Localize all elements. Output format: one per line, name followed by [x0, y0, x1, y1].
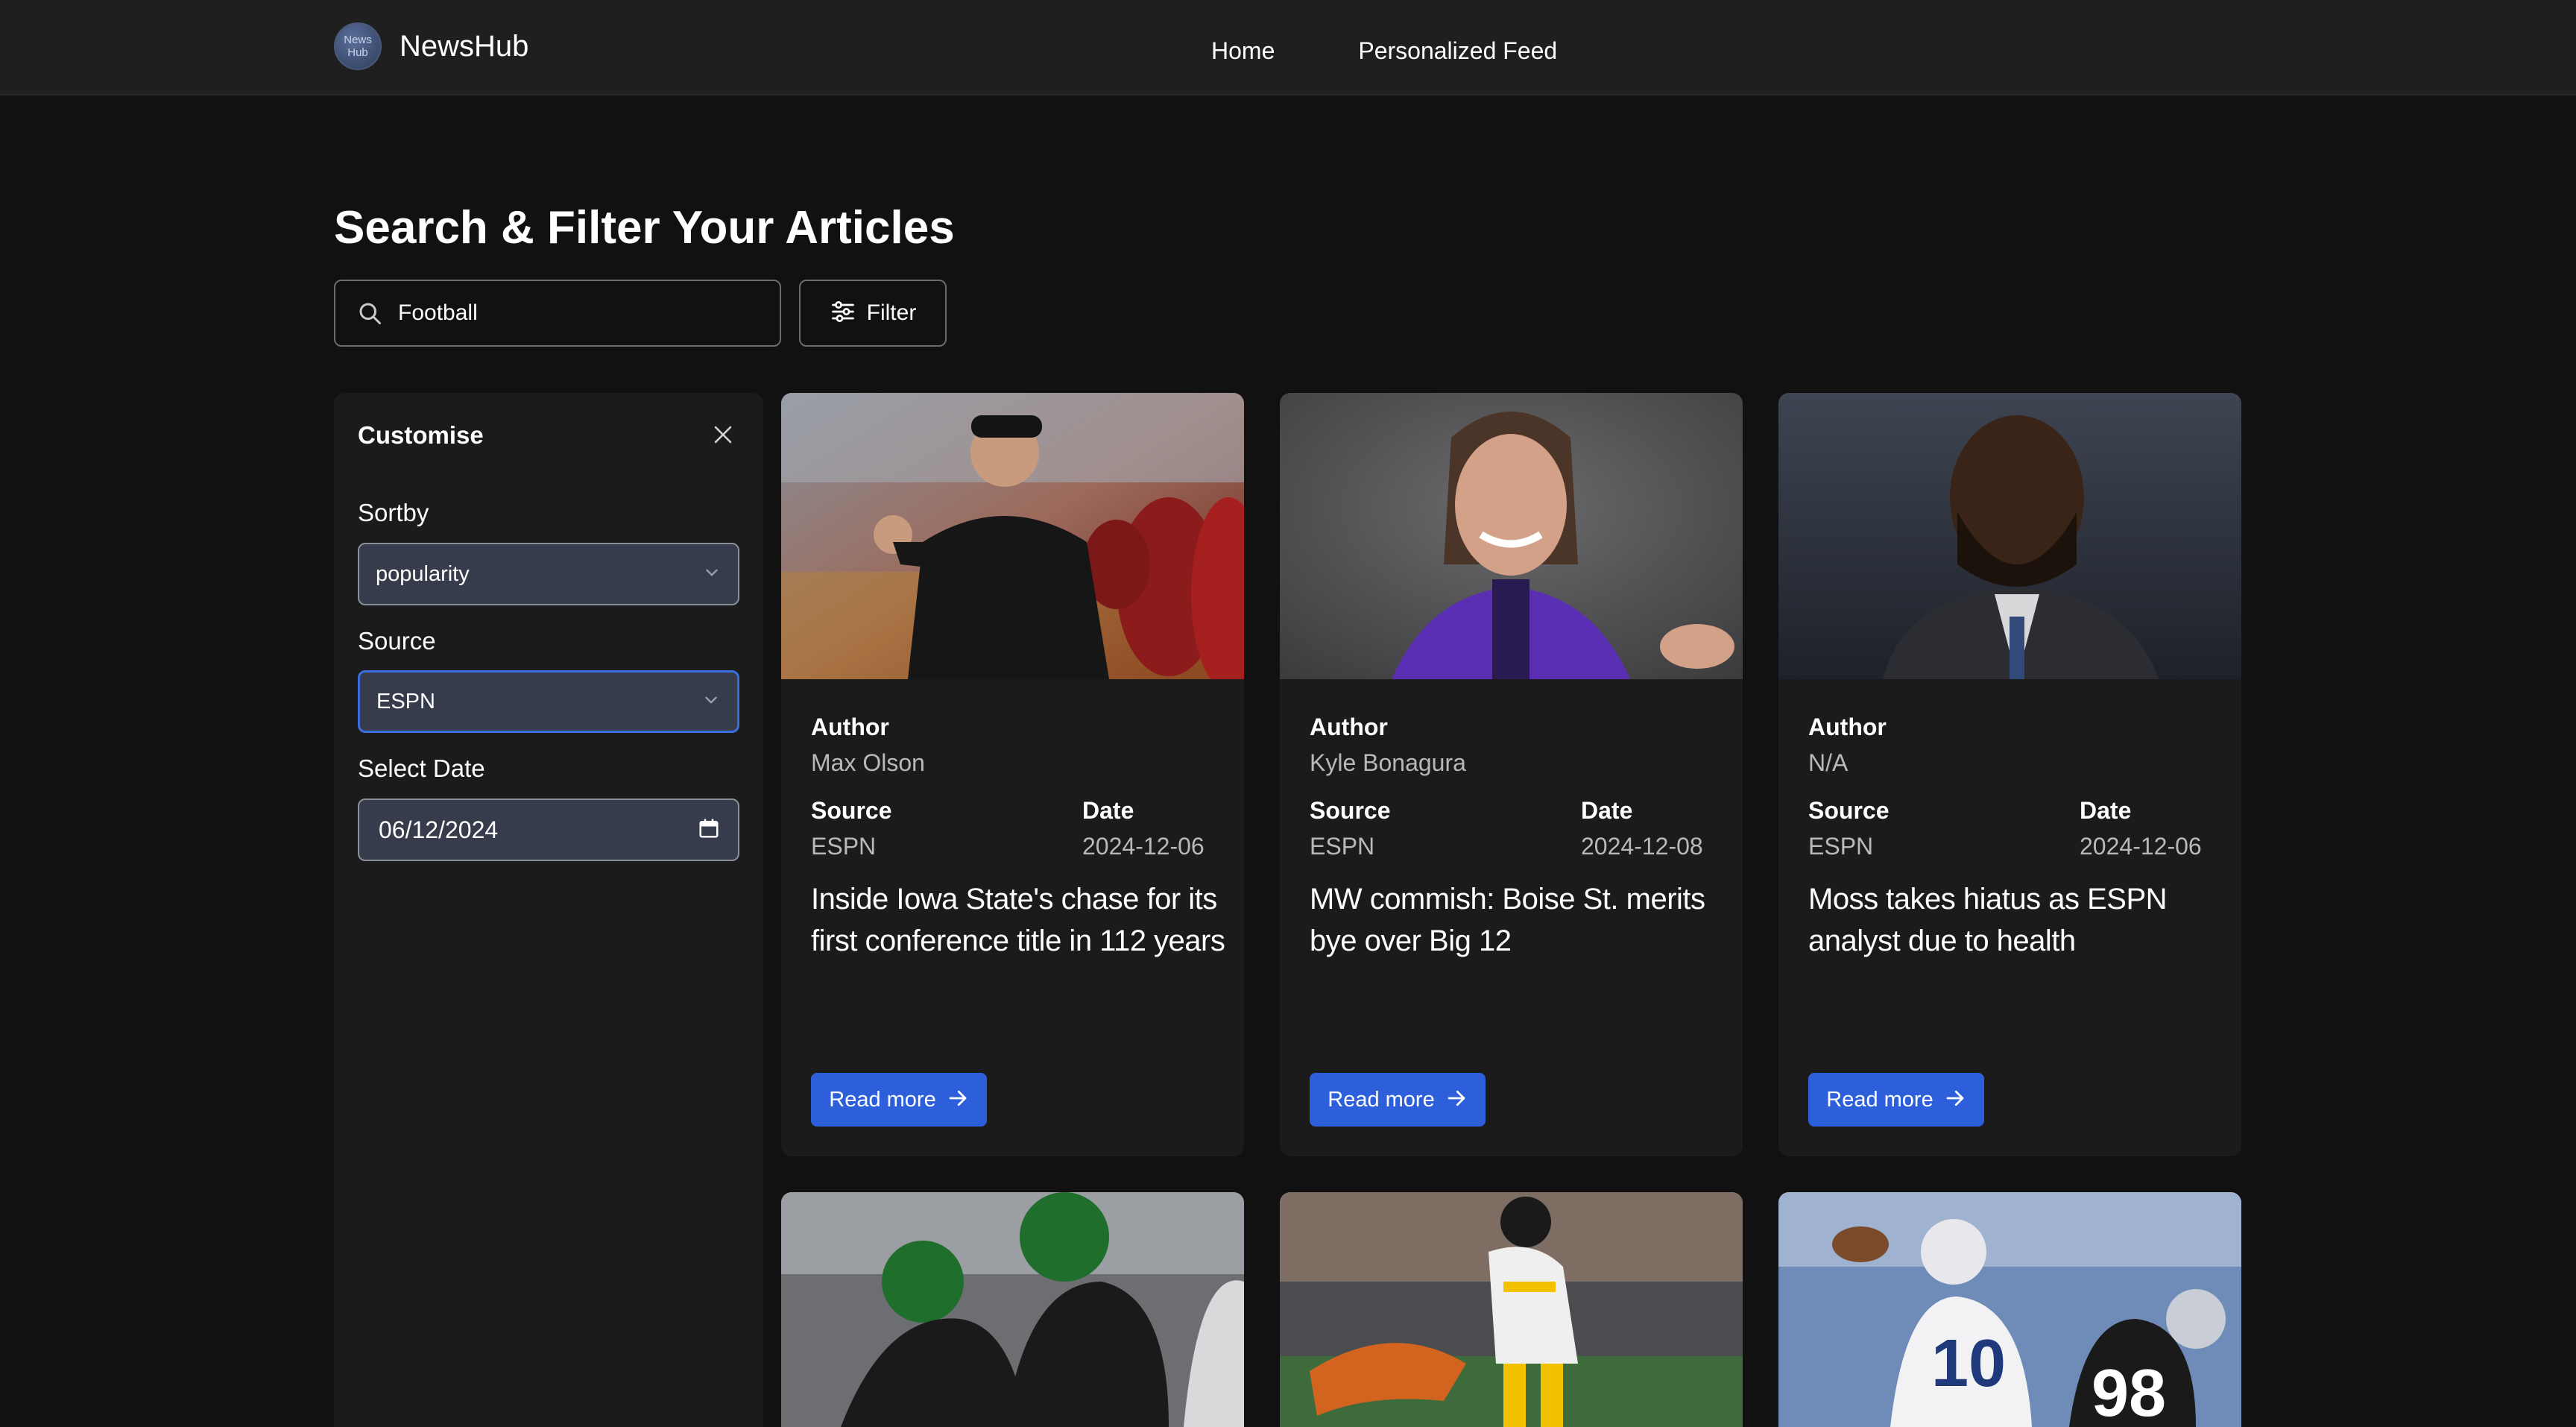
brand[interactable]: News Hub NewsHub	[334, 22, 528, 70]
date-input[interactable]: 06/12/2024	[358, 798, 739, 861]
search-box[interactable]	[334, 280, 781, 347]
article-card: Author Kyle Bonagura Source ESPN Date 20…	[1280, 393, 1743, 1156]
select-date-label: Select Date	[358, 755, 485, 782]
read-more-label: Read more	[829, 1087, 936, 1112]
article-image[interactable]	[781, 393, 1244, 679]
source-value: ESPN	[1808, 833, 1874, 860]
article-card	[1280, 1192, 1743, 1427]
date-label: Date	[2080, 797, 2132, 824]
svg-text:98: 98	[2092, 1356, 2166, 1427]
sortby-value: popularity	[376, 561, 470, 586]
article-image[interactable]	[1778, 393, 2241, 679]
calendar-icon[interactable]	[698, 817, 720, 843]
source-value: ESPN	[376, 689, 435, 714]
nav-links: Home Personalized Feed	[1211, 37, 1641, 65]
arrow-right-icon	[1445, 1087, 1468, 1113]
svg-text:10: 10	[1931, 1326, 2006, 1401]
author-value: N/A	[1808, 749, 1849, 776]
close-icon[interactable]	[707, 418, 739, 451]
article-image[interactable]: 10 98	[1778, 1192, 2241, 1427]
top-navbar: News Hub NewsHub Home Personalized Feed	[0, 0, 2576, 95]
article-image[interactable]	[1280, 393, 1743, 679]
read-more-button[interactable]: Read more	[1808, 1073, 1984, 1127]
sliders-icon	[830, 298, 856, 329]
arrow-right-icon	[947, 1087, 969, 1113]
arrow-right-icon	[1944, 1087, 1966, 1113]
filter-label: Filter	[866, 300, 917, 325]
date-value: 2024-12-08	[1581, 833, 1703, 860]
date-value: 2024-12-06	[1082, 833, 1205, 860]
author-value: Max Olson	[811, 749, 925, 776]
source-value: ESPN	[1310, 833, 1375, 860]
read-more-button[interactable]: Read more	[1310, 1073, 1486, 1127]
brand-name: NewsHub	[400, 29, 529, 63]
newshub-logo: News Hub	[334, 22, 382, 70]
author-label: Author	[1310, 714, 1388, 740]
source-label: Source	[358, 627, 436, 655]
source-label: Source	[1808, 797, 1890, 824]
read-more-label: Read more	[1826, 1087, 1933, 1112]
date-value: 2024-12-06	[2080, 833, 2202, 860]
sortby-select[interactable]: popularity	[358, 543, 739, 605]
article-card: 10 98	[1778, 1192, 2241, 1427]
search-input[interactable]	[397, 300, 769, 327]
read-more-button[interactable]: Read more	[811, 1073, 987, 1127]
article-image[interactable]	[1280, 1192, 1743, 1427]
article-card	[781, 1192, 1244, 1427]
source-label: Source	[1310, 797, 1391, 824]
chevron-down-icon	[702, 563, 722, 586]
page-title: Search & Filter Your Articles	[334, 202, 955, 253]
customise-panel: Customise Sortby popularity Source ESPN …	[334, 393, 763, 1427]
author-value: Kyle Bonagura	[1310, 749, 1466, 776]
article-image[interactable]	[781, 1192, 1244, 1427]
source-label: Source	[811, 797, 892, 824]
date-value: 06/12/2024	[379, 816, 499, 843]
article-title[interactable]: Inside Iowa State's chase for its first …	[811, 878, 1228, 962]
nav-link-home[interactable]: Home	[1211, 37, 1275, 65]
customise-title: Customise	[358, 421, 484, 449]
read-more-label: Read more	[1328, 1087, 1435, 1112]
source-select[interactable]: ESPN	[358, 670, 739, 733]
date-label: Date	[1082, 797, 1134, 824]
article-title[interactable]: MW commish: Boise St. merits bye over Bi…	[1310, 878, 1727, 962]
article-card: Author Max Olson Source ESPN Date 2024-1…	[781, 393, 1244, 1156]
article-card: Author N/A Source ESPN Date 2024-12-06 M…	[1778, 393, 2241, 1156]
filter-button[interactable]: Filter	[799, 280, 947, 347]
chevron-down-icon	[701, 690, 721, 714]
author-label: Author	[811, 714, 889, 740]
article-title[interactable]: Moss takes hiatus as ESPN analyst due to…	[1808, 878, 2226, 962]
author-label: Author	[1808, 714, 1887, 740]
nav-link-personalized-feed[interactable]: Personalized Feed	[1358, 37, 1557, 65]
sortby-label: Sortby	[358, 499, 429, 526]
search-icon	[347, 291, 392, 336]
date-label: Date	[1581, 797, 1633, 824]
source-value: ESPN	[811, 833, 877, 860]
